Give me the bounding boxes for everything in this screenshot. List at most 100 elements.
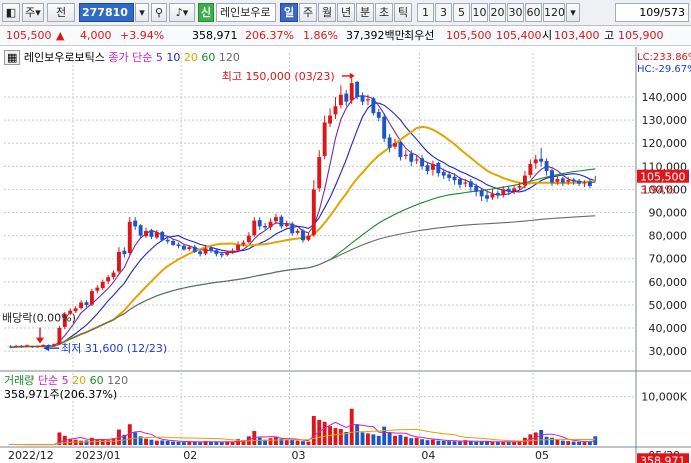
volume-tick-label: 10,000K <box>641 391 687 404</box>
volume-ma-period-120: 120 <box>103 374 129 387</box>
candle-body <box>528 164 533 175</box>
interval-button-20[interactable]: 20 <box>489 3 506 22</box>
dividend-annotation: 배당락(0.00%) <box>2 312 76 325</box>
candle-body <box>550 170 554 183</box>
volume-bar <box>160 440 165 445</box>
current-price-box-text: 105,500 <box>640 171 686 184</box>
candle-body <box>306 235 311 240</box>
volume-bar <box>485 441 489 445</box>
interval-button-10[interactable]: 10 <box>471 3 488 22</box>
candle-body <box>24 345 29 347</box>
period-tab-4[interactable]: 분 <box>356 3 374 22</box>
volume-bar <box>268 438 273 445</box>
price-tick-label: 50,000 <box>649 299 688 312</box>
volume-bar <box>192 441 197 445</box>
volume-bar <box>550 437 554 445</box>
data-count-field[interactable]: 109/573 <box>615 3 689 22</box>
trade-amount: 37,392백만 <box>346 29 405 42</box>
volume-bar <box>544 436 549 445</box>
candle-body <box>436 162 441 174</box>
price-tick-label: 40,000 <box>649 322 688 335</box>
candle-body <box>425 165 430 171</box>
period-tab-3[interactable]: 년 <box>337 3 355 22</box>
period-tab-1[interactable]: 주 <box>299 3 317 22</box>
candle-body <box>371 98 376 114</box>
interval-button-60[interactable]: 60 <box>525 3 542 22</box>
volume-bar <box>430 439 435 445</box>
price-tick-label: 120,000 <box>642 137 688 150</box>
candle-body <box>198 251 203 255</box>
volume-bar <box>582 442 587 445</box>
chart-window-icon[interactable]: ◧ <box>2 3 20 22</box>
interval-button-30[interactable]: 30 <box>507 3 524 22</box>
volume-ma-periods: 5 20 60 120 <box>62 374 129 387</box>
candle-body <box>230 250 235 253</box>
prev-button[interactable]: 전 <box>47 3 75 22</box>
candle-body <box>533 159 538 164</box>
interval-dropdown-icon[interactable]: ▾ <box>566 3 580 22</box>
candle-body <box>79 302 84 308</box>
type-selector[interactable]: 주▾ <box>22 3 44 22</box>
search-icon[interactable]: ⚲ <box>151 3 167 22</box>
candle-body <box>366 99 370 101</box>
chart-legend: ▦ 레인보우로보틱스 종가 단순 5 10 20 60 120 <box>4 50 240 65</box>
volume-value: 358,971 <box>192 29 238 42</box>
volume-label: 거래량 <box>4 374 35 387</box>
candle-body <box>317 157 322 189</box>
volume-ma-period-20: 20 <box>68 374 87 387</box>
stock-name-field[interactable]: 레인보우로 <box>216 3 276 22</box>
interval-button-5[interactable]: 5 <box>453 3 470 22</box>
candle-body <box>463 182 468 184</box>
candle-body <box>100 281 105 289</box>
volume-bar <box>447 441 452 445</box>
candle-body <box>171 240 176 245</box>
time-tick-label: 02 <box>183 449 197 462</box>
volume-bar <box>219 442 224 445</box>
volume-bar <box>495 441 500 445</box>
candle-body <box>14 346 19 348</box>
period-tab-2[interactable]: 월 <box>318 3 336 22</box>
best-ask: 105,500 <box>446 29 492 42</box>
open-price: 103,400 <box>554 29 600 42</box>
candle-body <box>30 346 35 348</box>
chart-area[interactable]: 30,000 40,000 50,000 60,000 70,000 80,000 90,0… <box>0 47 691 463</box>
interval-button-3[interactable]: 3 <box>435 3 452 22</box>
code-dropdown-icon[interactable]: ▾ <box>135 3 149 22</box>
volume-bar <box>165 440 170 445</box>
stock-code-input[interactable]: 277810 <box>79 3 134 22</box>
candle-body <box>106 277 111 282</box>
ma-period-5: 5 <box>155 51 163 64</box>
candle-body <box>387 137 392 148</box>
volume-bar <box>355 424 360 445</box>
interval-button-1[interactable]: 1 <box>417 3 434 22</box>
volume-bar <box>393 435 397 445</box>
candle-body <box>468 181 473 188</box>
volume-bar <box>403 436 408 445</box>
high-label: 고 <box>604 29 615 42</box>
turnover-ratio: 1.86% <box>303 29 338 42</box>
candle-body <box>512 188 517 192</box>
volume-bar <box>225 442 230 445</box>
volume-bar <box>176 441 181 445</box>
speaker-icon[interactable]: ♪▾ <box>169 3 195 22</box>
volume-bar <box>84 440 89 445</box>
grid-icon[interactable]: ▦ <box>4 50 21 65</box>
volume-bar <box>409 438 414 445</box>
volume-bar <box>338 429 343 445</box>
period-tab-5[interactable]: 초 <box>375 3 393 22</box>
candle-body <box>263 225 268 228</box>
candle-body <box>409 153 414 162</box>
interval-button-120[interactable]: 120 <box>543 3 565 22</box>
candle-body <box>430 164 435 170</box>
candle-body <box>181 245 186 250</box>
volume-ratio: 206.37% <box>245 29 294 42</box>
candle-body <box>560 178 565 183</box>
volume-bar <box>371 434 376 445</box>
price-tick-label: 140,000 <box>642 91 688 104</box>
period-tab-0[interactable]: 일 <box>280 3 298 22</box>
candle-body <box>566 180 571 182</box>
period-tab-6[interactable]: 틱 <box>394 3 412 22</box>
candle-body <box>403 154 408 156</box>
volume-bar <box>506 442 511 445</box>
new-listing-badge[interactable]: 신 <box>198 3 214 22</box>
